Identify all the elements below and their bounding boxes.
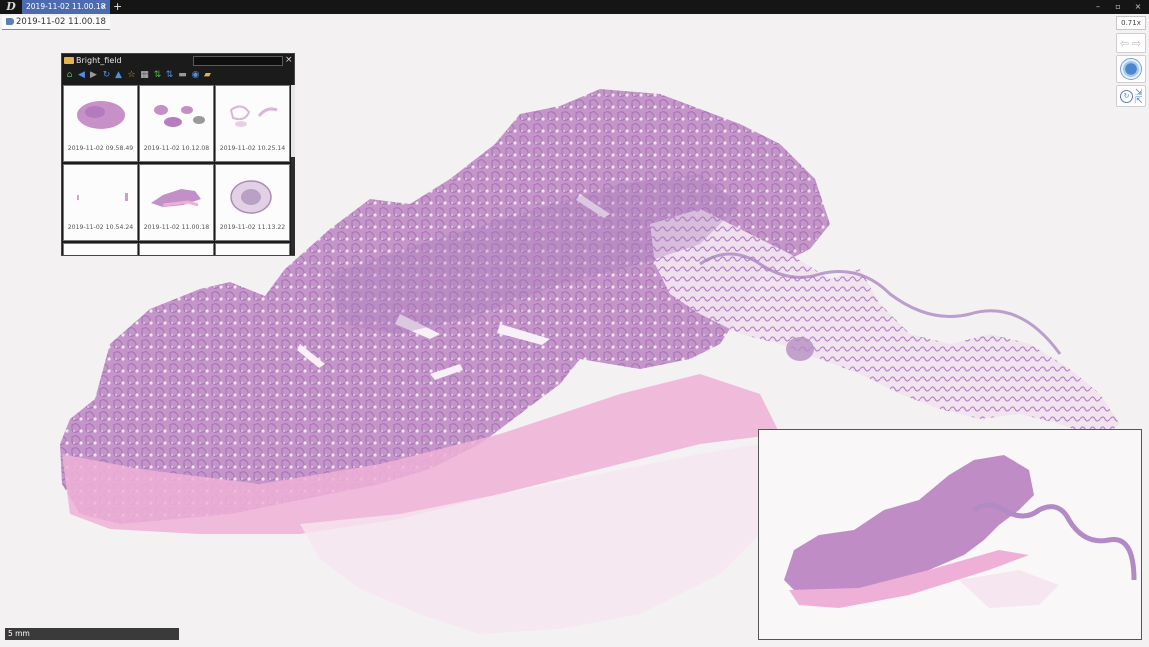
view-icon[interactable]: ▬: [177, 70, 188, 81]
star-icon[interactable]: ☆: [126, 70, 137, 81]
rotate-icon[interactable]: ↻: [1120, 90, 1133, 103]
overview-minimap[interactable]: [758, 429, 1142, 640]
slide-name-label[interactable]: 2019-11-02 11.00.18: [2, 16, 110, 30]
up-arrow-icon[interactable]: ▲: [113, 70, 124, 81]
forward-arrow-icon[interactable]: ▶: [88, 70, 99, 81]
tag-icon: [6, 18, 14, 25]
thumbnail-label: 2019-11-02 09.58.49: [67, 145, 134, 152]
objective-selector: [1116, 55, 1146, 83]
thumbnail-label: 2019-11-02 11.13.22: [219, 224, 286, 231]
browser-folder-name: Bright_field: [76, 56, 122, 65]
nav-back-icon[interactable]: ⇦: [1120, 38, 1129, 50]
history-nav: ⇦ ⇨: [1116, 33, 1146, 53]
app-logo-icon[interactable]: D: [2, 0, 20, 14]
restore-button[interactable]: ▫: [1112, 0, 1124, 14]
thumbnail-item[interactable]: [139, 243, 214, 255]
thumbnail-label: 2019-11-02 10.54.24: [67, 224, 134, 231]
thumbnail-item[interactable]: [63, 243, 138, 255]
open-folder-icon[interactable]: ▰: [202, 70, 213, 81]
slide-browser-panel: Bright_field × ⌂ ◀ ▶ ↻ ▲ ☆ ▦ ⇅ ⇅ ▬ ◉ ▰ 2…: [61, 53, 295, 256]
title-bar: D 2019-11-02 11.00.18 × + – ▫ ×: [0, 0, 1149, 14]
refresh-icon[interactable]: ↻: [101, 70, 112, 81]
zoom-level-display[interactable]: 0.71x: [1116, 16, 1146, 30]
sync-icon[interactable]: ◉: [190, 70, 201, 81]
objective-lens-button[interactable]: [1120, 58, 1142, 80]
thumbnail-item[interactable]: 2019-11-02 10.12.08: [139, 85, 214, 162]
thumbnail-label: 2019-11-02 10.12.08: [143, 145, 210, 152]
tab-label: 2019-11-02 11.00.18: [26, 2, 106, 11]
browser-close-icon[interactable]: ×: [285, 55, 293, 66]
sort-asc-icon[interactable]: ⇅: [152, 70, 163, 81]
nav-forward-icon[interactable]: ⇨: [1132, 38, 1141, 50]
back-arrow-icon[interactable]: ◀: [76, 70, 87, 81]
scrollbar-thumb[interactable]: [291, 85, 295, 157]
tab-close-icon[interactable]: ×: [100, 0, 107, 14]
folder-icon: [64, 57, 74, 64]
thumbnail-label: 2019-11-02 11.00.18: [143, 224, 210, 231]
calendar-icon[interactable]: ▦: [139, 70, 150, 81]
thumbnail-grid: 2019-11-02 09.58.49 2019-11-02 10.12.08 …: [62, 85, 290, 255]
thumbnail-item[interactable]: 2019-11-02 10.25.14: [215, 85, 290, 162]
browser-scrollbar[interactable]: [291, 85, 295, 255]
close-window-button[interactable]: ×: [1132, 0, 1144, 14]
browser-search-input[interactable]: [193, 56, 283, 66]
slide-name-text: 2019-11-02 11.00.18: [16, 17, 106, 27]
fit-to-screen-icon[interactable]: ⇲ ⇱: [1135, 89, 1143, 106]
new-tab-button[interactable]: +: [113, 0, 122, 14]
browser-title: Bright_field: [64, 55, 122, 67]
thumbnail-item[interactable]: 2019-11-02 10.54.24: [63, 164, 138, 241]
minimize-button[interactable]: –: [1092, 0, 1104, 14]
home-icon[interactable]: ⌂: [64, 70, 75, 81]
thumbnail-label: 2019-11-02 10.25.14: [219, 145, 286, 152]
sort-desc-icon[interactable]: ⇅: [164, 70, 175, 81]
thumbnail-item[interactable]: [215, 243, 290, 255]
thumbnail-item[interactable]: 2019-11-02 11.00.18: [139, 164, 214, 241]
browser-toolbar: ⌂ ◀ ▶ ↻ ▲ ☆ ▦ ⇅ ⇅ ▬ ◉ ▰: [63, 69, 295, 83]
tab-slide[interactable]: 2019-11-02 11.00.18 ×: [22, 0, 110, 14]
overview-image: [784, 455, 1137, 608]
thumbnail-item[interactable]: 2019-11-02 11.13.22: [215, 164, 290, 241]
view-tools: ↻ ⇲ ⇱: [1116, 85, 1146, 107]
scale-bar: 5 mm: [5, 628, 179, 640]
thumbnail-item[interactable]: 2019-11-02 09.58.49: [63, 85, 138, 162]
